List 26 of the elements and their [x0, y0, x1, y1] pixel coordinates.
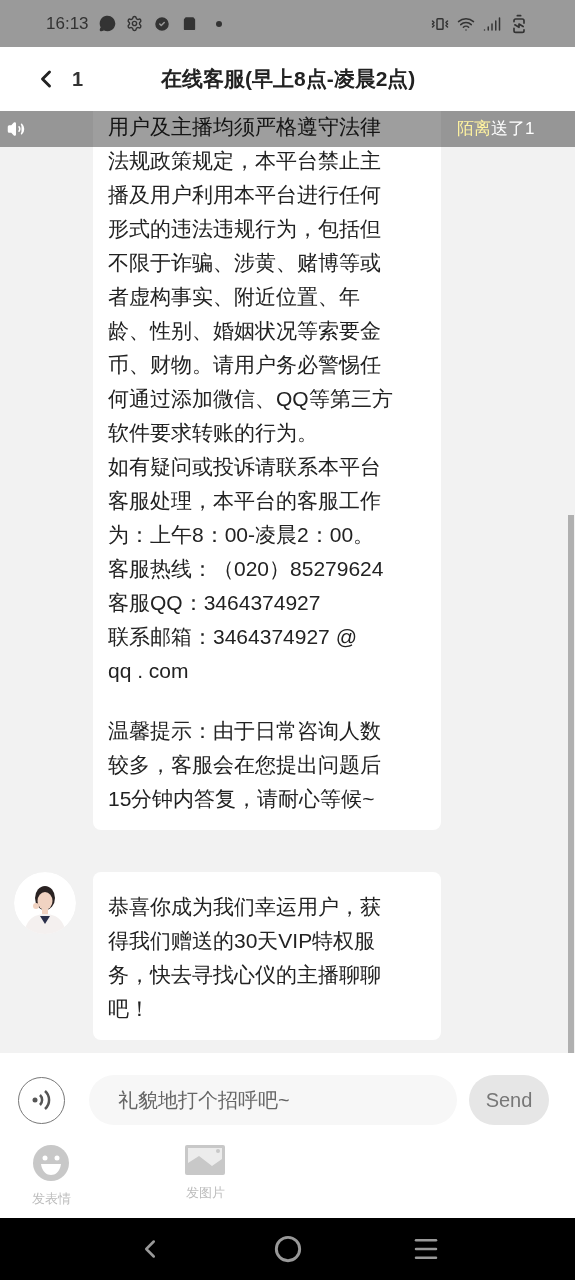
smiley-icon	[33, 1145, 69, 1181]
page-title: 在线客服(早上8点-凌晨2点)	[161, 66, 416, 93]
dot-icon	[215, 20, 222, 27]
check-icon	[152, 14, 171, 33]
back-button[interactable]: 1	[0, 64, 140, 94]
image-icon	[185, 1145, 225, 1175]
message-text: 恭喜你成为我们幸运用户，获 得我们赠送的30天VIP特权服 务，快去寻找心仪的主播聊聊 吧！	[108, 894, 382, 1022]
bag-icon	[180, 15, 198, 32]
message-text: 客服QQ：3464374927	[108, 590, 322, 616]
emoji-tool-button[interactable]: 发表情	[16, 1145, 86, 1209]
message-text: 温馨提示：由于日常咨询人数 较多，客服会在您提出问题后 15分钟内答复，请耐心等候~	[108, 718, 382, 812]
send-button[interactable]: Send	[469, 1075, 549, 1125]
speaker-icon	[7, 120, 25, 138]
status-time: 16:13	[46, 12, 89, 35]
message-text: 联系邮箱：3464374927 @ qq . com	[108, 624, 358, 684]
gift-message: 陌离送了1	[457, 119, 535, 139]
chat-icon	[98, 15, 116, 32]
image-tool-button[interactable]: 发图片	[170, 1145, 240, 1203]
message-text: 客服热线：（020）85279624	[108, 556, 385, 582]
message-text: 用户及主播均须严格遵守法律 法规政策规定，本平台禁止主 播及用户利用本平台进行任何 形式的违法违规行为，包括但 不限于诈骗、涉黄、赌博等或 者虚构事实、附近位置、年 龄、性别、婚姻状况等索要金 币、财物。请用户务必警惕任 何通过添加微信、QQ等第三方 软件要求转账的行为。	[108, 114, 394, 446]
signal-icon	[483, 14, 501, 33]
home-icon[interactable]	[273, 1235, 302, 1263]
gear-icon	[125, 15, 143, 32]
voice-icon	[31, 1089, 52, 1111]
message-text: 如有疑问或投诉请联系本平台 客服处理，本平台的客服工作 为：上午8：00-凌晨2：00。	[108, 454, 382, 548]
message-input[interactable]: 礼貌地打个招呼吧~	[89, 1075, 457, 1125]
